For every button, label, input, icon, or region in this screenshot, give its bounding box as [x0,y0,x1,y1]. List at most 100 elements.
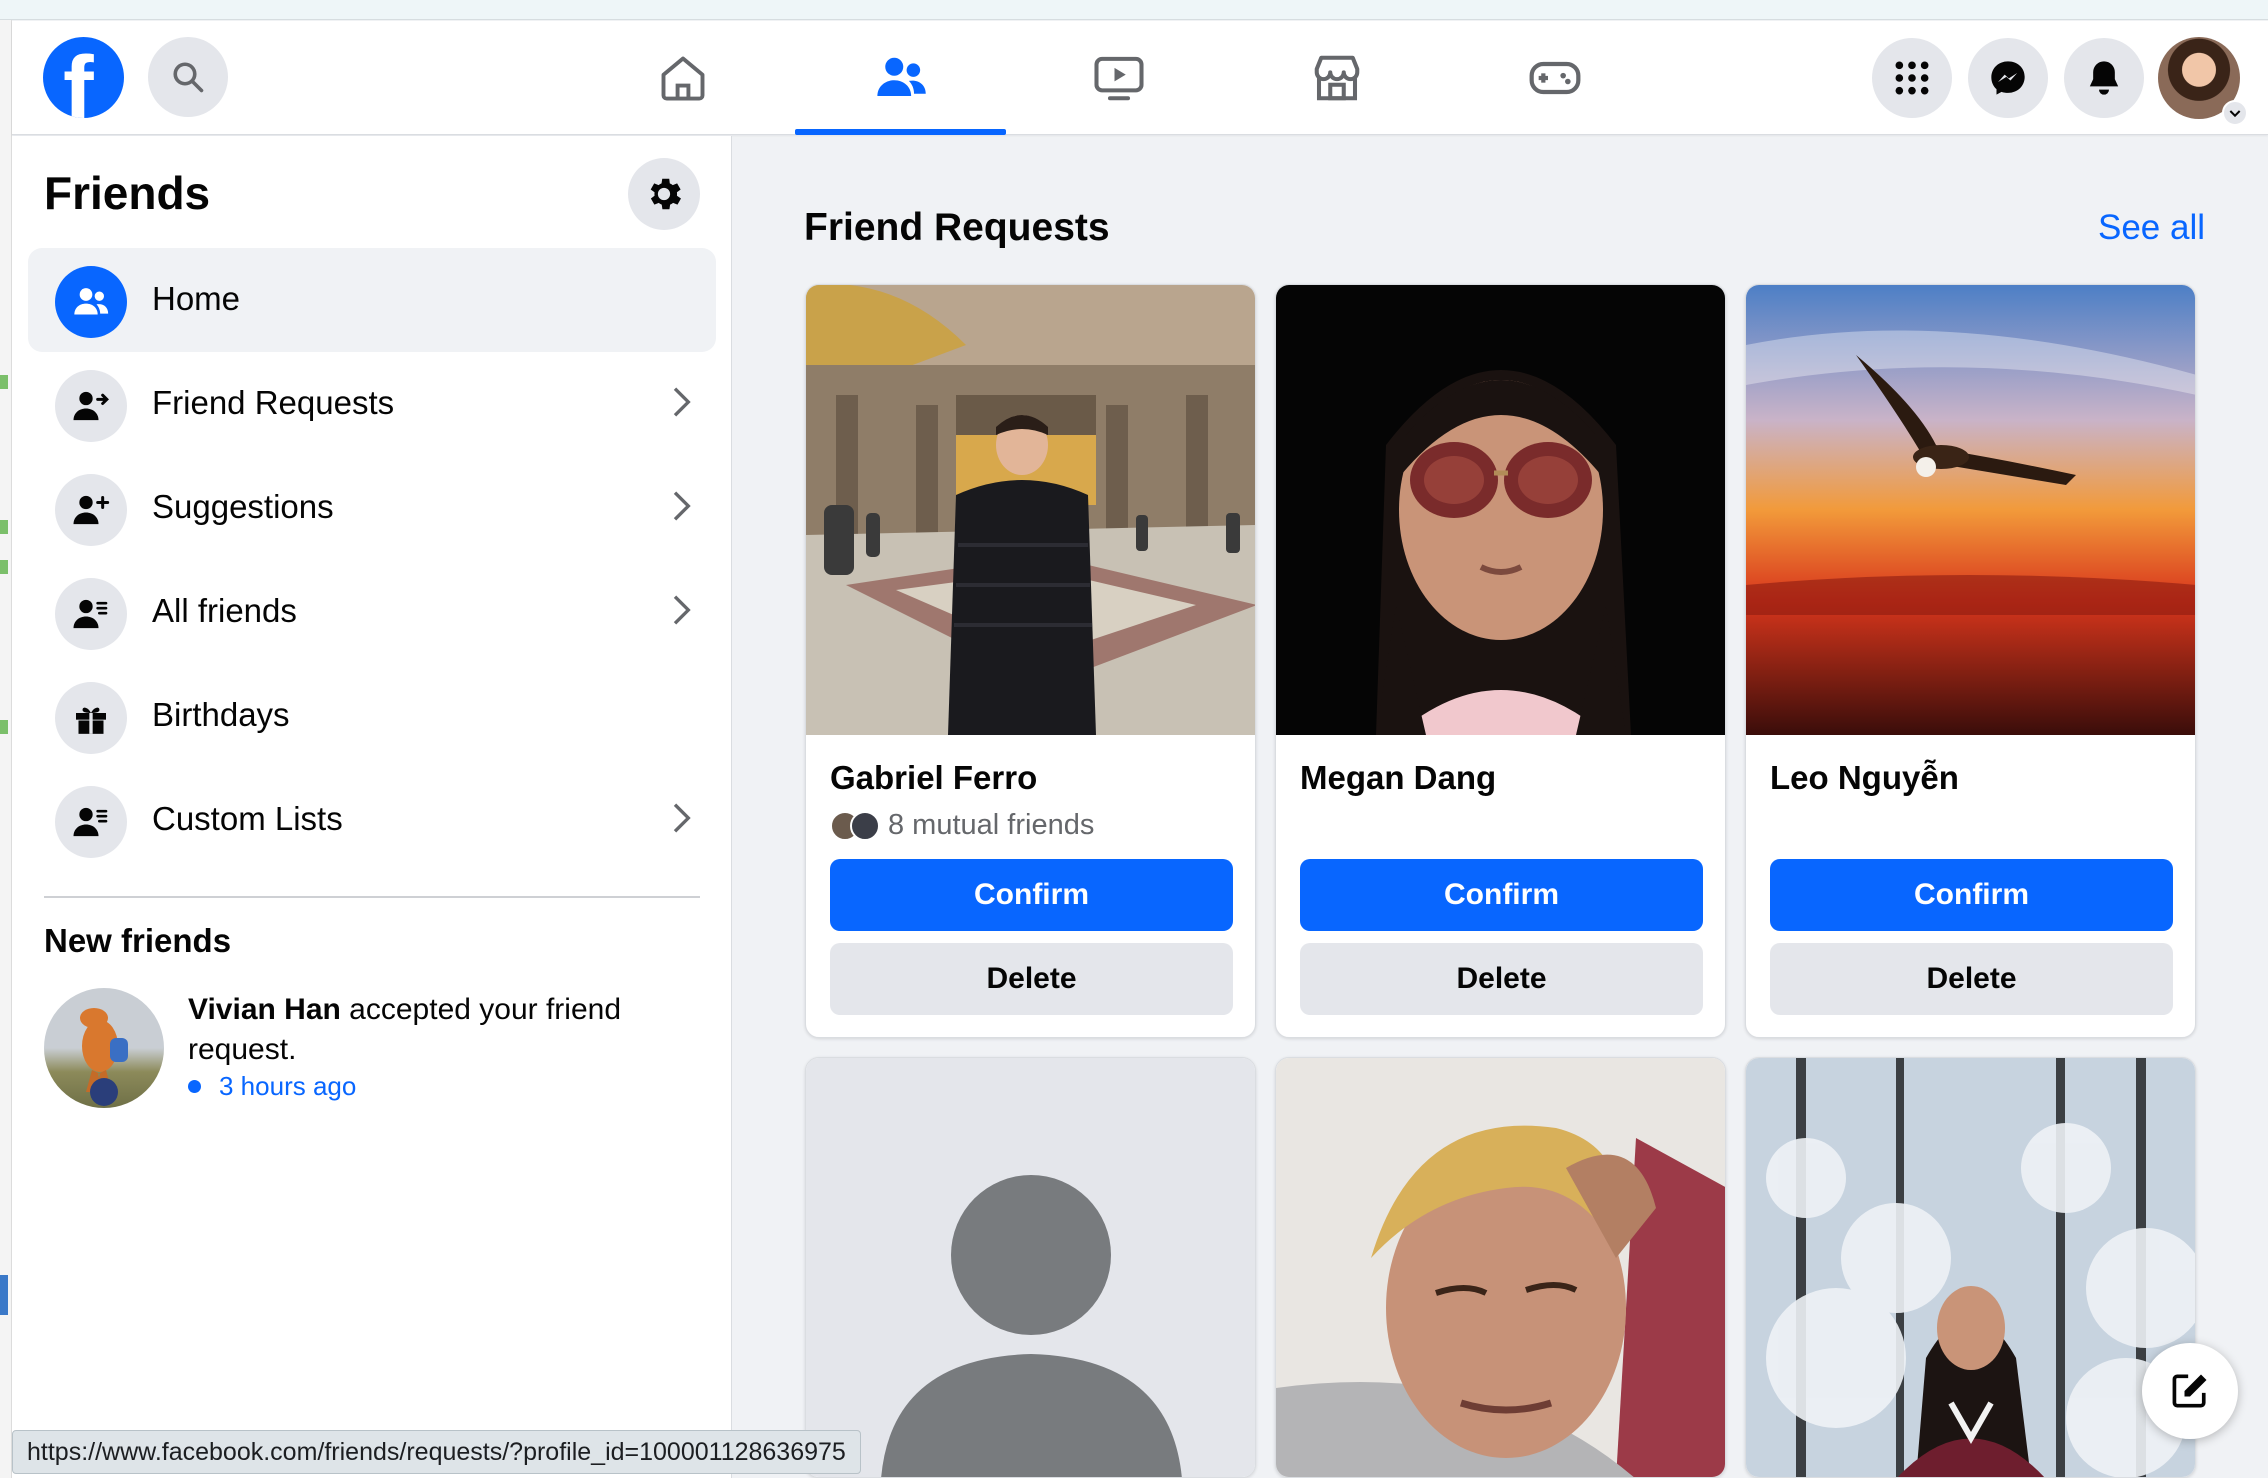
logo-letter: f [63,38,94,118]
search-button[interactable] [148,37,228,117]
dinosaur-costume-photo [80,1008,128,1106]
background-window-edge [0,20,12,1478]
portrait-sunglasses-photo [1276,285,1725,735]
new-friend-avatar[interactable] [44,988,164,1108]
new-friend-text: Vivian Han accepted your friend request. [188,990,688,1070]
friends-icon [74,288,109,315]
confirm-button[interactable]: Confirm [1300,859,1703,931]
search-icon [173,62,204,93]
delete-button[interactable]: Delete [1770,943,2173,1015]
profile-photo-placeholder[interactable] [806,1058,1255,1477]
sidebar-icon-wrap [55,786,127,858]
sidebar-item-birthdays[interactable]: Birthdays [28,664,716,768]
person-add-icon [73,495,110,525]
unread-dot [188,1080,201,1093]
person-list-icon [73,807,108,837]
sidebar-item-home[interactable]: Home [28,248,716,352]
confirm-button[interactable]: Confirm [1770,859,2173,931]
edge-mark [0,560,8,574]
nav-tab-marketplace[interactable] [1229,21,1444,135]
menu-grid-icon [1895,61,1929,95]
messenger-button[interactable] [1968,38,2048,118]
gift-icon [76,707,106,734]
sidebar-item-label: All friends [152,592,297,629]
profile-photo[interactable] [806,285,1255,735]
friend-request-card[interactable]: Megan Dang Confirm Delete [1275,284,1726,1038]
sidebar-icon-wrap [55,370,127,442]
eagle-sunset-photo [1746,285,2195,735]
mutual-friends[interactable]: 8 mutual friends [830,809,1094,842]
nav-tab-watch[interactable] [1011,21,1226,135]
edge-mark [0,1275,8,1315]
see-all-link[interactable]: See all [2098,208,2205,248]
gear-icon [650,178,681,210]
chevron-right-icon [673,803,691,833]
new-friend-name[interactable]: Vivian Han [188,993,341,1026]
nav-tab-friends[interactable] [793,21,1008,135]
profile-photo[interactable] [1746,1058,2195,1477]
top-navigation-bar: f [12,21,2268,135]
requester-name[interactable]: Gabriel Ferro [830,759,1037,797]
friend-request-card[interactable] [805,1057,1256,1478]
requester-name[interactable]: Megan Dang [1300,759,1496,797]
delete-button[interactable]: Delete [830,943,1233,1015]
new-message-button[interactable] [2142,1343,2238,1439]
sidebar-item-suggestions[interactable]: Suggestions [28,456,716,560]
friend-request-card[interactable] [1745,1057,2196,1478]
mutual-friend-avatar [850,810,880,841]
sidebar-icon-wrap [55,266,127,338]
chevron-right-icon [673,491,691,521]
new-friends-heading: New friends [44,922,232,959]
nav-tab-home[interactable] [575,21,790,135]
friend-request-card[interactable] [1275,1057,1726,1478]
notifications-button[interactable] [2064,38,2144,118]
friends-settings-button[interactable] [628,158,700,230]
edge-mark [0,720,8,734]
compose-icon [2172,1374,2207,1408]
pantheon-photo [806,285,1255,735]
sidebar-item-custom-lists[interactable]: Custom Lists [28,768,716,872]
profile-photo[interactable] [1276,285,1725,735]
profile-photo[interactable] [1746,285,2195,735]
person-list-icon [73,599,108,629]
friends-icon [876,57,926,96]
sidebar-divider [44,896,700,898]
gamepad-icon [1529,61,1580,95]
edge-mark [0,520,8,534]
chevron-down-icon [2229,110,2241,118]
sidebar-icon-wrap [55,682,127,754]
store-icon [1314,55,1359,101]
mutual-friends-count: 8 mutual friends [888,809,1095,841]
requester-name[interactable]: Leo Nguyễn [1770,759,1959,797]
friends-sidebar: Friends Home Friend Requests Suggestions… [12,136,732,1478]
account-menu-button[interactable] [2222,100,2248,126]
selfie-photo [1276,1058,1725,1477]
chevron-right-icon [673,595,691,625]
sidebar-item-friend-requests[interactable]: Friend Requests [28,352,716,456]
delete-button[interactable]: Delete [1300,943,1703,1015]
sidebar-item-all-friends[interactable]: All friends [28,560,716,664]
friend-requests-title: Friend Requests [804,206,1110,249]
sidebar-item-label: Friend Requests [152,384,395,421]
browser-top-strip [0,0,2268,20]
chevron-right-icon [673,387,691,417]
friend-request-card[interactable]: Gabriel Ferro 8 mutual friends Confirm D… [805,284,1256,1038]
messenger-icon [1991,61,2025,95]
sidebar-item-label: Suggestions [152,488,334,525]
snowy-forest-photo [1746,1058,2195,1477]
edge-mark [0,375,8,389]
facebook-logo[interactable]: f [43,37,124,118]
profile-photo[interactable] [1276,1058,1725,1477]
new-friend-timestamp: 3 hours ago [188,1071,356,1102]
confirm-button[interactable]: Confirm [830,859,1233,931]
sidebar-item-label: Home [152,280,241,317]
nav-tab-gaming[interactable] [1447,21,1662,135]
menu-button[interactable] [1872,38,1952,118]
bell-icon [2089,61,2119,95]
default-avatar-icon [881,1175,1182,1477]
sidebar-icon-wrap [55,578,127,650]
sidebar-icon-wrap [55,474,127,546]
new-friend-time[interactable]: 3 hours ago [219,1071,356,1102]
home-icon [661,56,704,101]
friend-request-card[interactable]: Leo Nguyễn Confirm Delete [1745,284,2196,1038]
